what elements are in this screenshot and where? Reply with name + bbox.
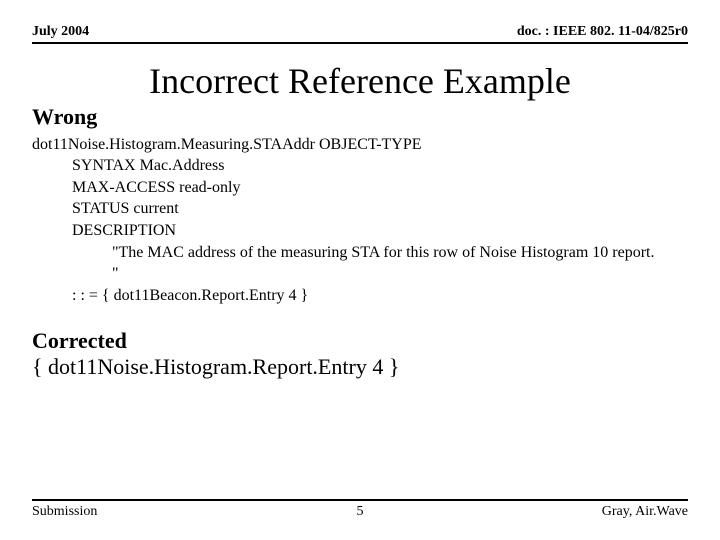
- mib-object-line: dot11Noise.Histogram.Measuring.STAAddr O…: [32, 134, 688, 156]
- mib-assignment: : : = { dot11Beacon.Report.Entry 4 }: [32, 285, 688, 307]
- corrected-heading: Corrected: [32, 328, 688, 354]
- mib-definition: dot11Noise.Histogram.Measuring.STAAddr O…: [32, 134, 688, 307]
- slide: July 2004 doc. : IEEE 802. 11-04/825r0 I…: [0, 0, 720, 540]
- wrong-heading: Wrong: [32, 104, 688, 130]
- mib-desc-key: DESCRIPTION: [32, 220, 688, 242]
- mib-maxaccess: MAX-ACCESS read-only: [32, 177, 688, 199]
- header-bar: July 2004 doc. : IEEE 802. 11-04/825r0: [32, 24, 688, 40]
- corrected-value: { dot11Noise.Histogram.Report.Entry 4 }: [32, 354, 688, 380]
- mib-desc-text: "The MAC address of the measuring STA fo…: [32, 242, 688, 285]
- header-rule: [32, 42, 688, 44]
- footer-page-number: 5: [32, 504, 688, 520]
- header-doc-id: doc. : IEEE 802. 11-04/825r0: [517, 24, 688, 40]
- header-date: July 2004: [32, 24, 89, 40]
- slide-title: Incorrect Reference Example: [32, 62, 688, 102]
- footer-rule: [32, 499, 688, 501]
- mib-status: STATUS current: [32, 198, 688, 220]
- mib-syntax: SYNTAX Mac.Address: [32, 155, 688, 177]
- footer-bar: 5 Submission Gray, Air.Wave: [32, 499, 688, 520]
